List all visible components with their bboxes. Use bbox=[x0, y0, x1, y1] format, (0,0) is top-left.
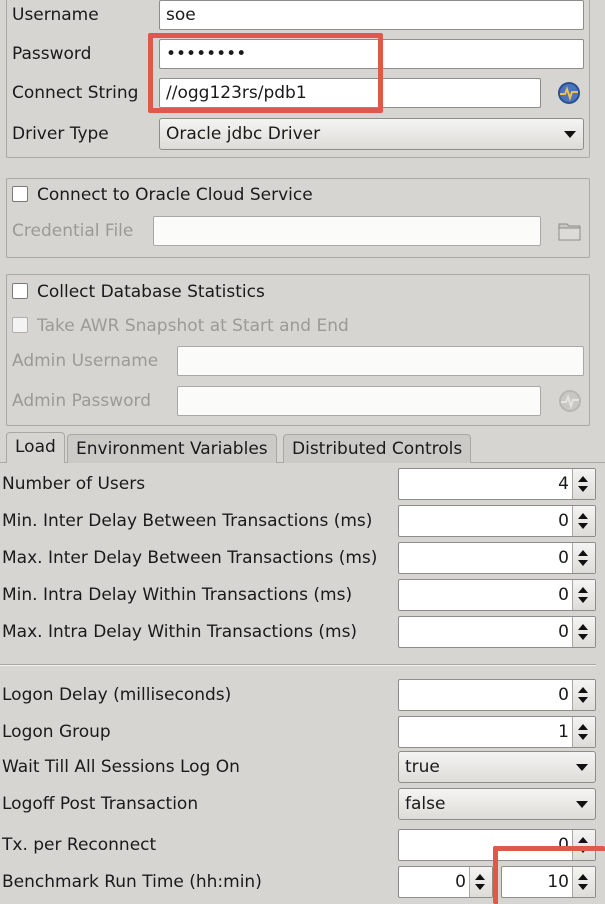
max-intra-delay-value: 0 bbox=[558, 622, 569, 642]
spinner-buttons[interactable] bbox=[572, 506, 595, 536]
tab-environment-variables[interactable]: Environment Variables bbox=[67, 434, 277, 463]
number-of-users-value: 4 bbox=[558, 474, 569, 494]
tab-distributed-controls[interactable]: Distributed Controls bbox=[283, 434, 472, 463]
max-inter-delay-value: 0 bbox=[558, 548, 569, 568]
min-intra-delay-spinner[interactable]: 0 bbox=[398, 579, 596, 611]
logoff-post-transaction-select[interactable]: false bbox=[398, 788, 596, 820]
username-field[interactable]: soe bbox=[159, 0, 584, 30]
max-intra-delay-spinner[interactable]: 0 bbox=[398, 616, 596, 648]
arrow-up-icon bbox=[578, 550, 588, 556]
chevron-down-icon bbox=[564, 131, 576, 138]
arrow-up-icon bbox=[578, 837, 588, 843]
min-inter-delay-label: Min. Inter Delay Between Transactions (m… bbox=[2, 511, 373, 531]
arrow-up-icon bbox=[578, 513, 588, 519]
admin-password-field[interactable] bbox=[177, 386, 541, 416]
wait-sessions-select[interactable]: true bbox=[398, 751, 596, 783]
wait-sessions-label: Wait Till All Sessions Log On bbox=[2, 757, 240, 777]
min-inter-delay-spinner[interactable]: 0 bbox=[398, 505, 596, 537]
collect-stats-label: Collect Database Statistics bbox=[37, 282, 265, 302]
run-time-label: Benchmark Run Time (hh:min) bbox=[2, 872, 262, 892]
arrow-down-icon bbox=[578, 560, 588, 566]
admin-username-label: Admin Username bbox=[12, 351, 159, 371]
number-of-users-label: Number of Users bbox=[2, 474, 146, 494]
chevron-down-icon bbox=[576, 801, 588, 808]
cloud-connect-label: Connect to Oracle Cloud Service bbox=[37, 185, 313, 205]
logon-group-label: Logon Group bbox=[2, 722, 111, 742]
section-divider bbox=[0, 664, 596, 666]
tab-load[interactable]: Load bbox=[6, 432, 65, 463]
admin-username-field[interactable] bbox=[177, 346, 584, 376]
username-label: Username bbox=[12, 5, 99, 25]
min-inter-delay-value: 0 bbox=[558, 511, 569, 531]
admin-password-label: Admin Password bbox=[12, 391, 151, 411]
arrow-up-icon bbox=[578, 587, 588, 593]
folder-icon[interactable] bbox=[558, 219, 582, 243]
max-intra-delay-label: Max. Intra Delay Within Transactions (ms… bbox=[2, 622, 358, 642]
arrow-up-icon bbox=[578, 724, 588, 730]
logon-delay-spinner[interactable]: 0 bbox=[398, 679, 596, 711]
awr-snapshot-label: Take AWR Snapshot at Start and End bbox=[37, 316, 349, 336]
run-time-hours-spinner[interactable]: 0 bbox=[398, 866, 493, 898]
highlight-box-credentials bbox=[148, 33, 383, 113]
arrow-down-icon bbox=[475, 884, 485, 890]
max-inter-delay-spinner[interactable]: 0 bbox=[398, 542, 596, 574]
arrow-up-icon bbox=[475, 874, 485, 880]
run-time-hours-value: 0 bbox=[455, 872, 466, 892]
collect-stats-checkbox[interactable] bbox=[12, 283, 28, 299]
logon-group-value: 1 bbox=[558, 722, 569, 742]
max-inter-delay-label: Max. Inter Delay Between Transactions (m… bbox=[2, 548, 378, 568]
highlight-box-run-time bbox=[493, 846, 605, 904]
arrow-down-icon bbox=[578, 634, 588, 640]
arrow-down-icon bbox=[578, 523, 588, 529]
logon-group-spinner[interactable]: 1 bbox=[398, 716, 596, 748]
connection-test-icon[interactable] bbox=[557, 81, 581, 105]
arrow-down-icon bbox=[578, 734, 588, 740]
wait-sessions-value: true bbox=[405, 757, 440, 777]
min-intra-delay-label: Min. Intra Delay Within Transactions (ms… bbox=[2, 585, 353, 605]
spinner-buttons[interactable] bbox=[572, 580, 595, 610]
awr-snapshot-checkbox[interactable] bbox=[12, 317, 28, 333]
arrow-down-icon bbox=[578, 597, 588, 603]
arrow-up-icon bbox=[578, 476, 588, 482]
tx-per-reconnect-label: Tx. per Reconnect bbox=[2, 835, 157, 855]
spinner-buttons[interactable] bbox=[572, 469, 595, 499]
spinner-buttons[interactable] bbox=[572, 680, 595, 710]
number-of-users-spinner[interactable]: 4 bbox=[398, 468, 596, 500]
arrow-up-icon bbox=[578, 687, 588, 693]
spinner-buttons[interactable] bbox=[572, 717, 595, 747]
driver-type-value: Oracle jdbc Driver bbox=[166, 124, 321, 144]
driver-type-select[interactable]: Oracle jdbc Driver bbox=[159, 118, 584, 150]
credential-file-label: Credential File bbox=[12, 221, 134, 241]
logon-delay-label: Logon Delay (milliseconds) bbox=[2, 685, 232, 705]
credential-file-field[interactable] bbox=[153, 216, 541, 246]
min-intra-delay-value: 0 bbox=[558, 585, 569, 605]
arrow-down-icon bbox=[578, 697, 588, 703]
arrow-down-icon bbox=[578, 486, 588, 492]
admin-connection-test-icon bbox=[558, 389, 582, 413]
driver-type-label: Driver Type bbox=[12, 124, 109, 144]
password-label: Password bbox=[12, 44, 92, 64]
arrow-up-icon bbox=[578, 624, 588, 630]
cloud-connect-checkbox[interactable] bbox=[12, 186, 28, 202]
logoff-post-transaction-label: Logoff Post Transaction bbox=[2, 794, 199, 814]
spinner-buttons[interactable] bbox=[572, 543, 595, 573]
logoff-post-transaction-value: false bbox=[405, 794, 446, 814]
chevron-down-icon bbox=[576, 764, 588, 771]
connect-string-label: Connect String bbox=[12, 83, 139, 103]
spinner-buttons[interactable] bbox=[469, 867, 492, 897]
logon-delay-value: 0 bbox=[558, 685, 569, 705]
spinner-buttons[interactable] bbox=[572, 617, 595, 647]
